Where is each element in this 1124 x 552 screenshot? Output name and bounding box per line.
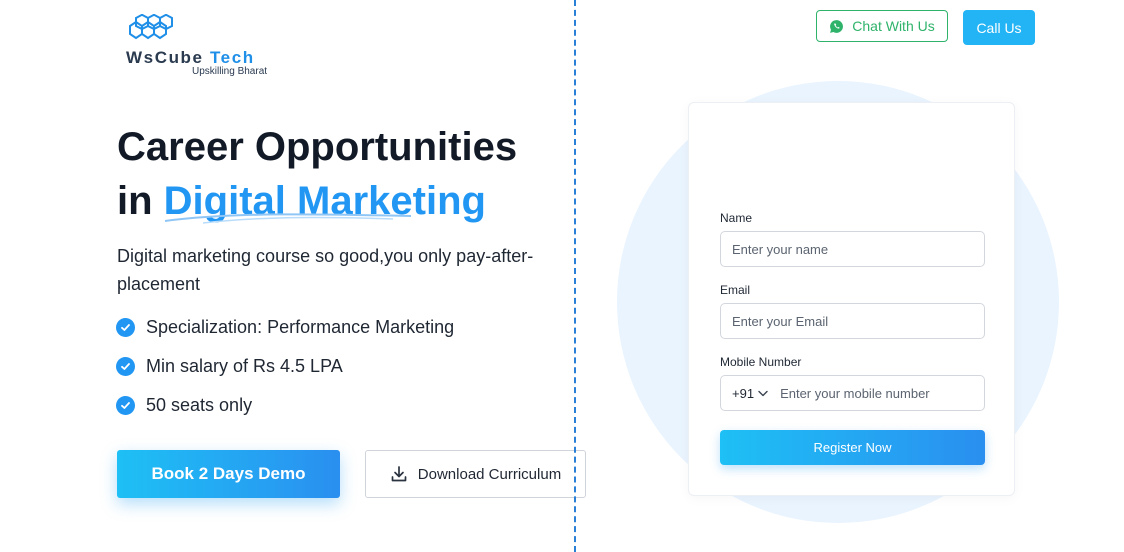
dashed-divider: [574, 0, 576, 552]
register-now-button[interactable]: Register Now: [720, 430, 985, 465]
feature-text: Min salary of Rs 4.5 LPA: [146, 356, 343, 376]
check-circle-icon: [116, 396, 135, 415]
brand-name: WsCube Tech: [126, 48, 255, 67]
feature-item: Min salary of Rs 4.5 LPA: [116, 347, 454, 386]
hero-title-prefix: in: [117, 179, 153, 223]
feature-item: 50 seats only: [116, 386, 454, 425]
name-field[interactable]: [720, 231, 985, 267]
brand-logo[interactable]: WsCube Tech Upskilling Bharat: [122, 14, 282, 80]
chat-with-us-button[interactable]: Chat With Us: [816, 10, 948, 42]
check-circle-icon: [116, 357, 135, 376]
country-code-value: +91: [732, 385, 755, 401]
chat-with-us-label: Chat With Us: [852, 18, 935, 34]
download-icon: [391, 466, 407, 482]
brand-tagline: Upskilling Bharat: [192, 66, 268, 77]
chevron-down-icon: [758, 390, 768, 396]
call-us-button[interactable]: Call Us: [963, 10, 1035, 45]
feature-text: Specialization: Performance Marketing: [146, 317, 455, 337]
email-label: Email: [720, 283, 751, 297]
hero-subtitle: Digital marketing course so good,you onl…: [117, 246, 534, 294]
check-circle-icon: [116, 318, 135, 337]
feature-text: 50 seats only: [146, 395, 253, 415]
email-field[interactable]: [720, 303, 985, 339]
mobile-number-field[interactable]: [780, 385, 961, 401]
mobile-label: Mobile Number: [720, 355, 802, 369]
country-code-select[interactable]: +91: [721, 386, 768, 401]
feature-item: Specialization: Performance Marketing: [116, 308, 454, 347]
feature-list: Specialization: Performance Marketing Mi…: [116, 308, 454, 425]
download-curriculum-label: Download Curriculum: [417, 465, 562, 483]
name-label: Name: [720, 211, 753, 225]
whatsapp-icon: [830, 19, 844, 33]
mobile-field-group: +91: [720, 375, 985, 411]
hero-title-line1: Career Opportunities: [117, 125, 518, 169]
title-underline-decoration: [164, 213, 412, 224]
hexagon-logo-icon: [129, 14, 173, 40]
download-curriculum-button[interactable]: Download Curriculum: [365, 450, 586, 498]
book-demo-button[interactable]: Book 2 Days Demo: [117, 450, 340, 498]
registration-form: Name Email Mobile Number +91 Register No…: [688, 102, 1015, 496]
